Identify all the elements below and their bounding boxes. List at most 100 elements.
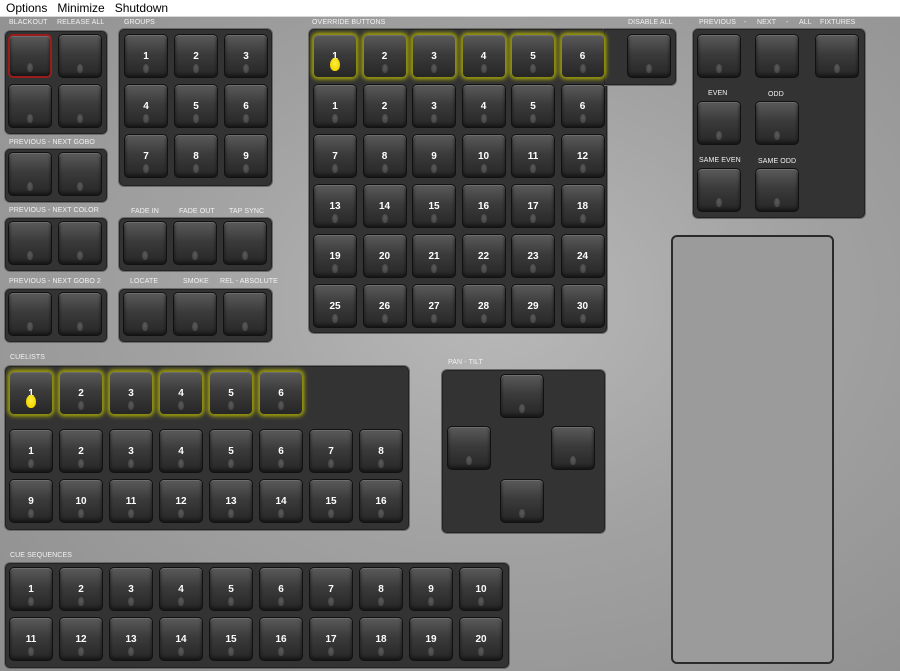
tilt-down-button[interactable] [500,479,544,523]
previous-fixture-button[interactable] [697,34,741,78]
override-button-25[interactable]: 25 [313,284,357,328]
group-button-9[interactable]: 9 [224,134,268,178]
group-button-1[interactable]: 1 [124,34,168,78]
cue-sequence-button-14[interactable]: 14 [159,617,203,661]
override-top-button-5[interactable]: 5 [511,34,555,78]
override-button-29[interactable]: 29 [511,284,555,328]
cuelist-button-10[interactable]: 10 [59,479,103,523]
cue-sequence-button-10[interactable]: 10 [459,567,503,611]
override-top-button-4[interactable]: 4 [461,34,506,78]
same-odd-button[interactable] [755,168,799,212]
group-button-3[interactable]: 3 [224,34,268,78]
override-button-20[interactable]: 20 [362,234,407,278]
same-even-button[interactable] [697,168,741,212]
override-button-3[interactable]: 3 [412,84,456,128]
cuelist-button-3[interactable]: 3 [109,429,153,473]
override-button-24[interactable]: 24 [560,234,605,278]
group-button-2[interactable]: 2 [174,34,218,78]
cuelist-button-14[interactable]: 14 [259,479,303,523]
override-button-5[interactable]: 5 [511,84,555,128]
cuelist-top-button-4[interactable]: 4 [159,371,203,415]
cue-sequence-button-16[interactable]: 16 [259,617,303,661]
blackout-extra-button-2[interactable] [58,84,102,128]
tap-sync-button[interactable] [223,221,267,265]
cuelist-top-button-3[interactable]: 3 [109,371,153,415]
override-button-27[interactable]: 27 [412,284,456,328]
cue-sequence-button-18[interactable]: 18 [359,617,403,661]
override-button-7[interactable]: 7 [313,134,357,178]
cuelist-button-5[interactable]: 5 [209,429,253,473]
previous-gobo-button[interactable] [8,152,52,196]
group-button-8[interactable]: 8 [174,134,218,178]
cuelist-top-button-2[interactable]: 2 [59,371,103,415]
cuelist-button-13[interactable]: 13 [209,479,253,523]
cue-sequence-button-8[interactable]: 8 [359,567,403,611]
override-button-21[interactable]: 21 [412,234,456,278]
next-fixture-button[interactable] [755,34,799,78]
override-button-10[interactable]: 10 [461,134,506,178]
override-button-28[interactable]: 28 [461,284,506,328]
cue-sequence-button-7[interactable]: 7 [309,567,353,611]
release-all-button[interactable] [58,34,102,78]
even-button[interactable] [697,101,741,145]
group-button-7[interactable]: 7 [124,134,168,178]
cuelist-top-button-1[interactable]: 1 [9,371,53,415]
cue-sequence-button-6[interactable]: 6 [259,567,303,611]
cue-sequence-button-11[interactable]: 11 [9,617,53,661]
override-button-16[interactable]: 16 [461,184,506,228]
cuelist-button-7[interactable]: 7 [309,429,353,473]
fade-out-button[interactable] [173,221,217,265]
cuelist-top-button-6[interactable]: 6 [259,371,303,415]
cue-sequence-button-20[interactable]: 20 [459,617,503,661]
locate-button[interactable] [123,292,167,336]
menu-options[interactable]: Options [0,0,51,16]
override-button-12[interactable]: 12 [560,134,605,178]
cue-sequence-button-12[interactable]: 12 [59,617,103,661]
all-fixtures-button[interactable] [815,34,859,78]
override-button-11[interactable]: 11 [511,134,555,178]
override-button-18[interactable]: 18 [560,184,605,228]
override-button-26[interactable]: 26 [362,284,407,328]
override-button-19[interactable]: 19 [313,234,357,278]
cuelist-button-15[interactable]: 15 [309,479,353,523]
cue-sequence-button-9[interactable]: 9 [409,567,453,611]
cuelist-button-6[interactable]: 6 [259,429,303,473]
cue-sequence-button-3[interactable]: 3 [109,567,153,611]
menu-minimize[interactable]: Minimize [51,0,108,16]
blackout-button[interactable] [8,34,52,78]
override-button-13[interactable]: 13 [313,184,357,228]
override-button-8[interactable]: 8 [362,134,407,178]
override-button-15[interactable]: 15 [412,184,456,228]
smoke-button[interactable] [173,292,217,336]
override-button-14[interactable]: 14 [362,184,407,228]
blackout-extra-button-1[interactable] [8,84,52,128]
cuelist-button-1[interactable]: 1 [9,429,53,473]
cue-sequence-button-13[interactable]: 13 [109,617,153,661]
disable-all-button[interactable] [627,34,671,78]
override-button-4[interactable]: 4 [461,84,506,128]
cue-sequence-button-1[interactable]: 1 [9,567,53,611]
rel-absolute-button[interactable] [223,292,267,336]
override-top-button-6[interactable]: 6 [560,34,605,78]
cue-sequence-button-2[interactable]: 2 [59,567,103,611]
override-button-17[interactable]: 17 [511,184,555,228]
group-button-5[interactable]: 5 [174,84,218,128]
cue-sequence-button-19[interactable]: 19 [409,617,453,661]
cuelist-button-9[interactable]: 9 [9,479,53,523]
override-top-button-3[interactable]: 3 [412,34,456,78]
cuelist-button-12[interactable]: 12 [159,479,203,523]
cuelist-button-16[interactable]: 16 [359,479,403,523]
override-top-button-2[interactable]: 2 [362,34,407,78]
pan-right-button[interactable] [551,426,595,470]
pan-left-button[interactable] [447,426,491,470]
cuelist-button-11[interactable]: 11 [109,479,153,523]
fade-in-button[interactable] [123,221,167,265]
cue-sequence-button-17[interactable]: 17 [309,617,353,661]
next-gobo-button[interactable] [58,152,102,196]
group-button-4[interactable]: 4 [124,84,168,128]
override-button-6[interactable]: 6 [560,84,605,128]
tilt-up-button[interactable] [500,374,544,418]
override-button-9[interactable]: 9 [412,134,456,178]
cuelist-top-button-5[interactable]: 5 [209,371,253,415]
odd-button[interactable] [755,101,799,145]
